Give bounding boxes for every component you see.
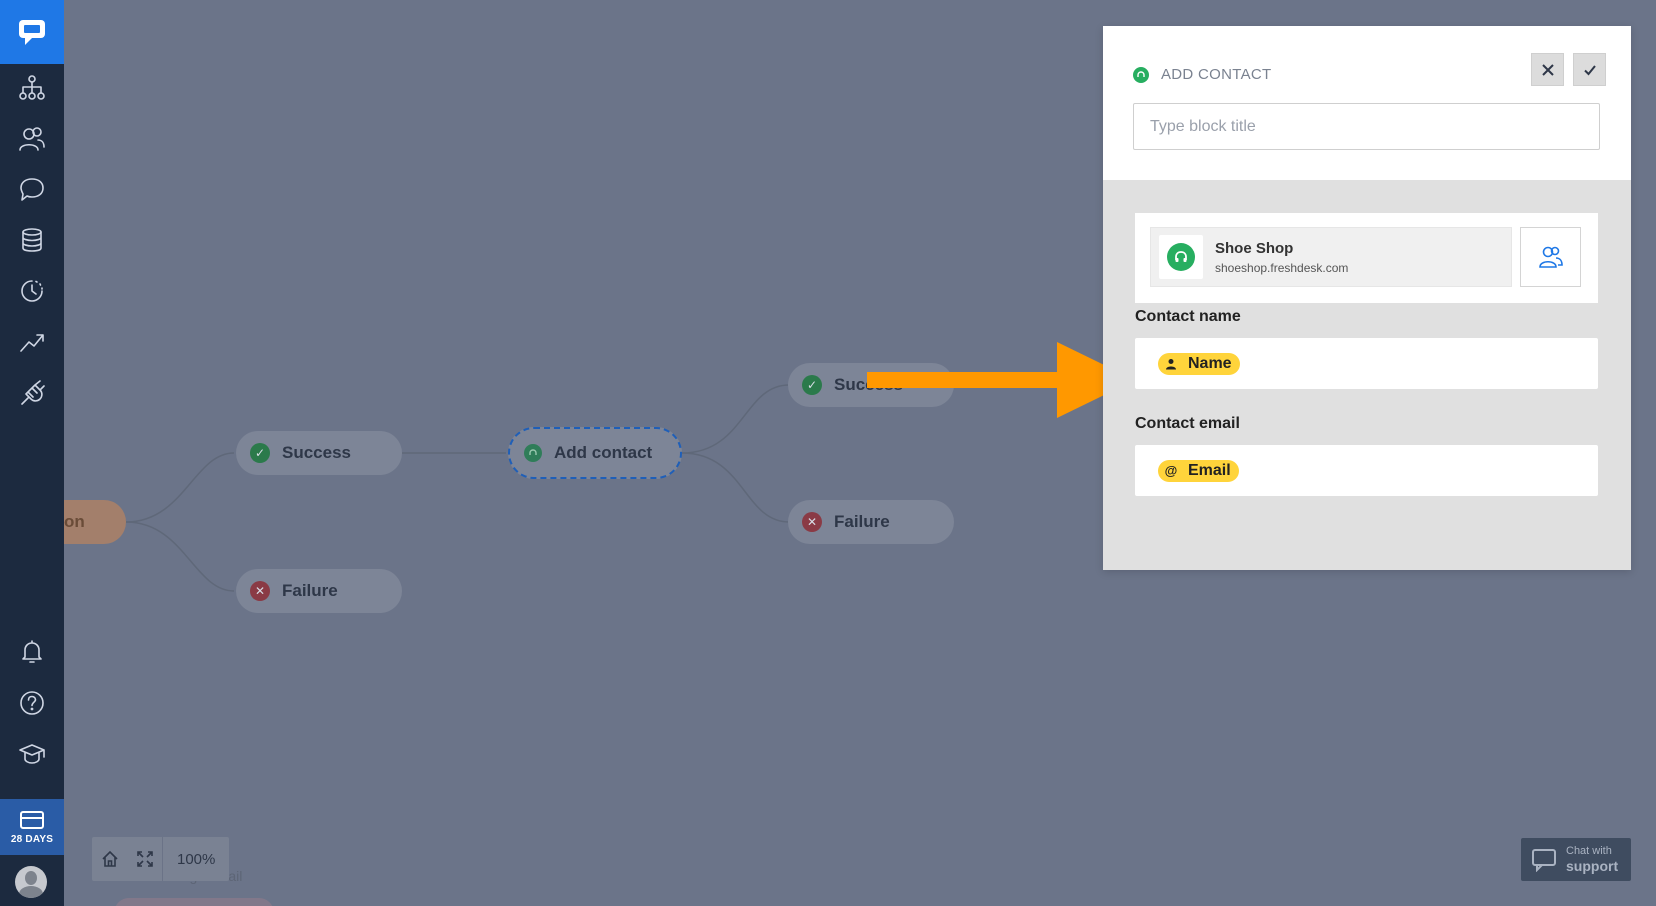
nav-users[interactable] [0,113,64,165]
block-settings-panel: ADD CONTACT Shoe Shop shoeshop.freshdesk… [1103,26,1631,570]
node-failure-left[interactable]: ✕ Failure [236,569,402,613]
check-icon [1583,64,1596,75]
credit-card-icon [20,810,44,829]
confirm-button[interactable] [1573,53,1606,86]
home-button[interactable] [92,837,127,881]
node-label: Add contact [554,443,653,462]
users-icon [1538,246,1563,268]
nav-database[interactable] [0,214,64,266]
nav-help[interactable] [0,677,64,729]
email-variable-tag[interactable]: @ Email [1158,459,1239,482]
annotation-arrow [867,342,1135,418]
sidebar: 28 DAYS [0,0,64,906]
partial-flow-node[interactable]: on [64,500,126,544]
nav-integrations[interactable] [0,367,64,419]
freshdesk-icon [1133,66,1149,83]
app-logo[interactable] [0,0,64,64]
trial-days-label: 28 DAYS [10,833,54,845]
faint-flow-node[interactable] [114,898,274,906]
account-domain: shoeshop.freshdesk.com [1215,260,1349,275]
zoom-level[interactable]: 100% [162,837,229,881]
graduation-cap-icon [19,744,45,764]
contact-name-field[interactable]: Name [1135,338,1598,389]
canvas-toolbar: 100% [92,837,230,881]
panel-header: ADD CONTACT [1103,26,1631,180]
node-label: Failure [834,512,890,531]
close-icon [1541,63,1554,76]
node-label: Success [282,443,351,462]
nav-history[interactable] [0,265,64,317]
expand-icon [136,851,153,867]
switch-account-button[interactable] [1520,227,1581,287]
trial-badge[interactable]: 28 DAYS [0,799,64,855]
node-success-left[interactable]: ✓ Success [236,431,402,475]
home-icon [101,850,118,867]
headset-icon [1167,243,1195,271]
check-icon: ✓ [250,443,270,463]
freshdesk-logo [1159,235,1203,279]
person-icon [1164,357,1178,371]
nav-chats[interactable] [0,164,64,216]
tag-label: Email [1188,461,1231,479]
contact-name-label: Contact name [1135,308,1241,325]
plug-icon [21,380,45,405]
fullscreen-button[interactable] [127,837,162,881]
contact-email-label: Contact email [1135,415,1240,432]
chat-support-widget[interactable]: Chat with support [1521,838,1631,881]
panel-title: ADD CONTACT [1133,66,1272,83]
x-circle-icon: ✕ [802,512,822,532]
user-avatar[interactable] [15,866,47,898]
node-add-contact[interactable]: Add contact [508,427,682,479]
partial-node-label: on [64,512,85,531]
check-icon: ✓ [802,375,822,395]
x-circle-icon: ✕ [250,581,270,601]
account-name: Shoe Shop [1215,239,1294,257]
chat-line1: Chat with [1566,845,1612,857]
help-icon [20,691,44,715]
block-title-input[interactable] [1133,103,1600,150]
freshdesk-icon [524,444,542,462]
at-icon: @ [1164,463,1178,478]
trend-chart-icon [20,334,44,352]
tag-label: Name [1188,354,1232,372]
name-variable-tag[interactable]: Name [1158,352,1240,375]
history-icon [21,280,43,302]
nav-notifications[interactable] [0,626,64,678]
chat-bubble-icon [19,20,45,45]
flow-tree-icon [19,75,45,100]
chat-bubble-icon [1532,848,1556,872]
close-button[interactable] [1531,53,1564,86]
bell-icon [22,640,42,663]
nav-academy[interactable] [0,728,64,780]
users-icon [19,127,45,151]
nav-analytics[interactable] [0,316,64,368]
database-icon [22,228,42,252]
contact-email-field[interactable]: @ Email [1135,445,1598,496]
chat-line2: support [1566,858,1619,874]
node-failure-right[interactable]: ✕ Failure [788,500,954,544]
account-card: Shoe Shop shoeshop.freshdesk.com [1135,213,1598,303]
chat-icon [20,178,44,201]
panel-title-text: ADD CONTACT [1161,66,1272,83]
nav-flows[interactable] [0,62,64,114]
node-label: Failure [282,581,338,600]
selected-account[interactable]: Shoe Shop shoeshop.freshdesk.com [1150,227,1512,287]
